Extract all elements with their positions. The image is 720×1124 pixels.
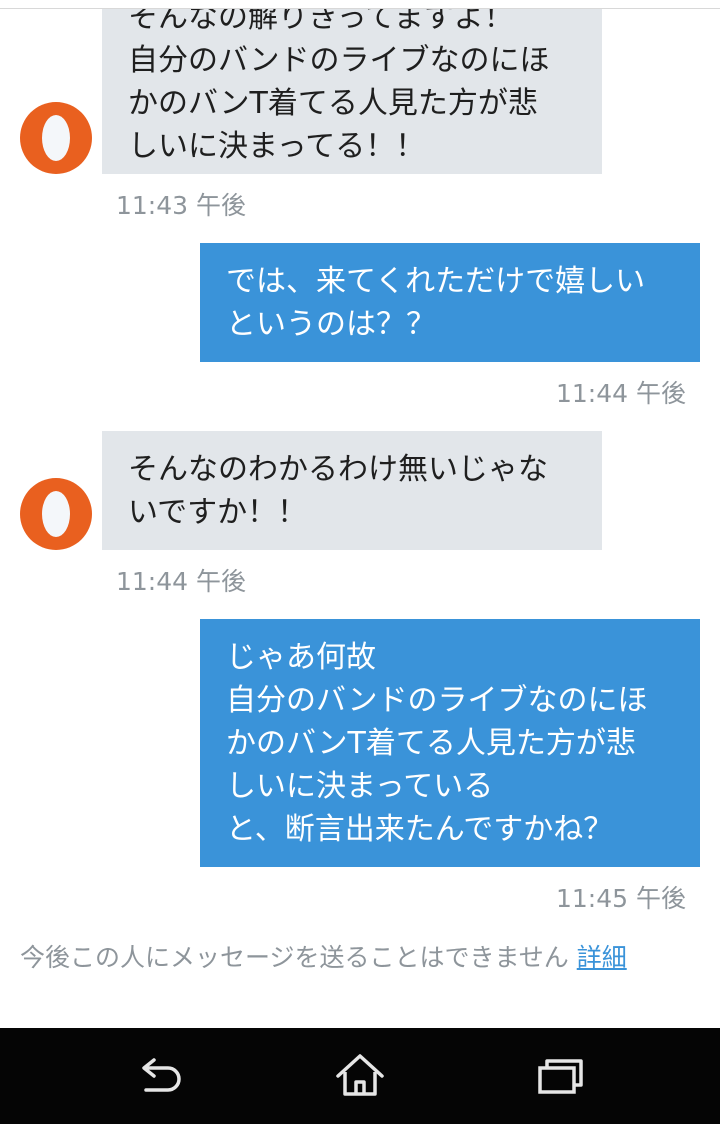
home-icon (336, 1054, 384, 1096)
back-icon (142, 1058, 181, 1092)
sender-avatar[interactable] (20, 102, 92, 174)
blocked-notice-text: 今後この人にメッセージを送ることはできません (20, 943, 569, 972)
details-link[interactable]: 詳細 (577, 943, 627, 972)
home-button[interactable] (330, 1046, 390, 1106)
message-timestamp: 11:43 午後 (116, 191, 246, 220)
egg-avatar-icon (42, 491, 70, 537)
recent-apps-button[interactable] (530, 1046, 590, 1106)
message-timestamp: 11:44 午後 (116, 567, 246, 596)
message-timestamp: 11:44 午後 (556, 379, 686, 408)
navigation-bar (0, 1028, 720, 1124)
sender-avatar[interactable] (20, 478, 92, 550)
outgoing-message-bubble: では、来てくれただけで嬉しい というのは？？ (200, 243, 700, 362)
blocked-notice: 今後この人にメッセージを送ることはできません 詳細 (20, 938, 710, 974)
egg-avatar-icon (42, 115, 70, 161)
outgoing-message-bubble: じゃあ何故 自分のバンドのライブなのにほ かのバンT着てる人見た方が悲 しいに決… (200, 619, 700, 867)
message-timestamp: 11:45 午後 (556, 884, 686, 913)
incoming-message-bubble: そんなの解りきってますよ！ 自分のバンドのライブなのにほ かのバンT着てる人見た… (102, 0, 602, 174)
back-button[interactable] (130, 1046, 190, 1106)
message-thread[interactable]: そんなの解りきってますよ！ 自分のバンドのライブなのにほ かのバンT着てる人見た… (0, 0, 720, 1028)
top-divider (0, 0, 720, 9)
recent-apps-icon (538, 1059, 583, 1094)
incoming-message-bubble: そんなのわかるわけ無いじゃな いですか！！ (102, 431, 602, 550)
